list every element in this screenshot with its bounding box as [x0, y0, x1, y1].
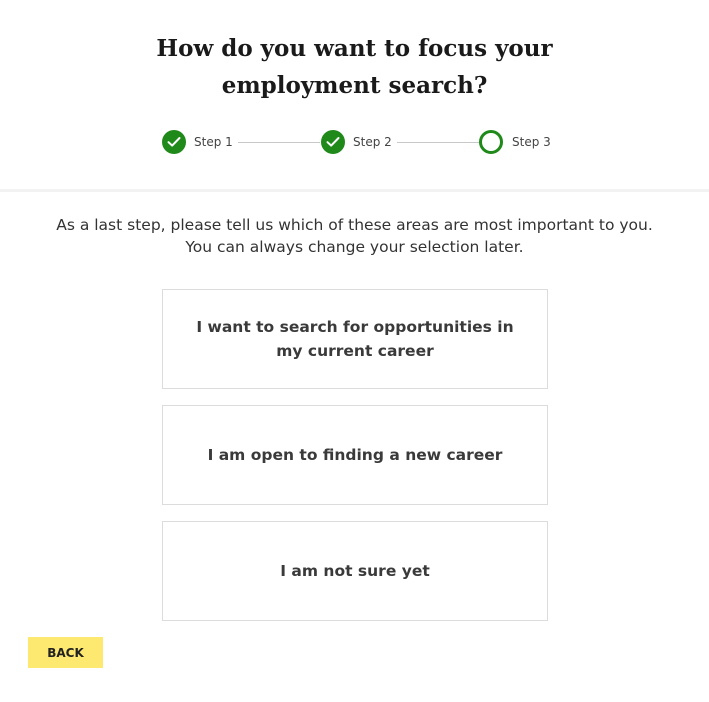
intro-text: As a last step, please tell us which of … [0, 214, 709, 258]
back-button[interactable]: BACK [28, 637, 103, 668]
page-title-line-2: employment search? [221, 72, 488, 99]
option-not-sure-label: I am not sure yet [280, 562, 430, 580]
page: How do you want to focus your employment… [0, 0, 709, 702]
progress-stepper: Step 1 Step 2 Step 3 [0, 130, 709, 156]
step-connector-1 [238, 142, 320, 143]
option-new-career-label: I am open to finding a new career [207, 446, 503, 464]
option-current-career[interactable]: I want to search for opportunities in my… [162, 289, 548, 389]
step-2-check-icon [321, 130, 345, 154]
header: How do you want to focus your employment… [0, 0, 709, 192]
step-connector-2 [397, 142, 479, 143]
step-3-current-icon [479, 130, 503, 154]
page-title-line-1: How do you want to focus your [156, 35, 553, 62]
intro-line-1: As a last step, please tell us which of … [56, 216, 653, 234]
step-1-label: Step 1 [194, 135, 233, 149]
option-current-career-label: I want to search for opportunities in my… [196, 318, 514, 360]
step-1-check-icon [162, 130, 186, 154]
option-new-career[interactable]: I am open to finding a new career [162, 405, 548, 505]
page-title: How do you want to focus your employment… [0, 30, 709, 104]
intro-line-2: You can always change your selection lat… [185, 238, 524, 256]
step-3-label: Step 3 [512, 135, 551, 149]
step-2-label: Step 2 [353, 135, 392, 149]
option-not-sure[interactable]: I am not sure yet [162, 521, 548, 621]
